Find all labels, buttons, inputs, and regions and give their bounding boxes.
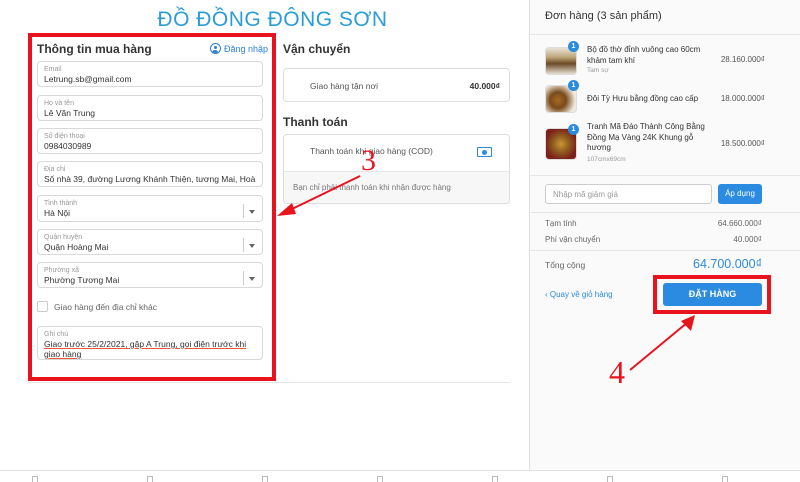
annotation-arrows (277, 175, 695, 371)
arrow-to-order-button (629, 315, 695, 371)
arrow-to-form (277, 175, 361, 216)
annotation-step-3: 3 (361, 144, 376, 177)
annotation-step-4: 4 (609, 354, 625, 390)
bottom-strip (0, 470, 800, 482)
